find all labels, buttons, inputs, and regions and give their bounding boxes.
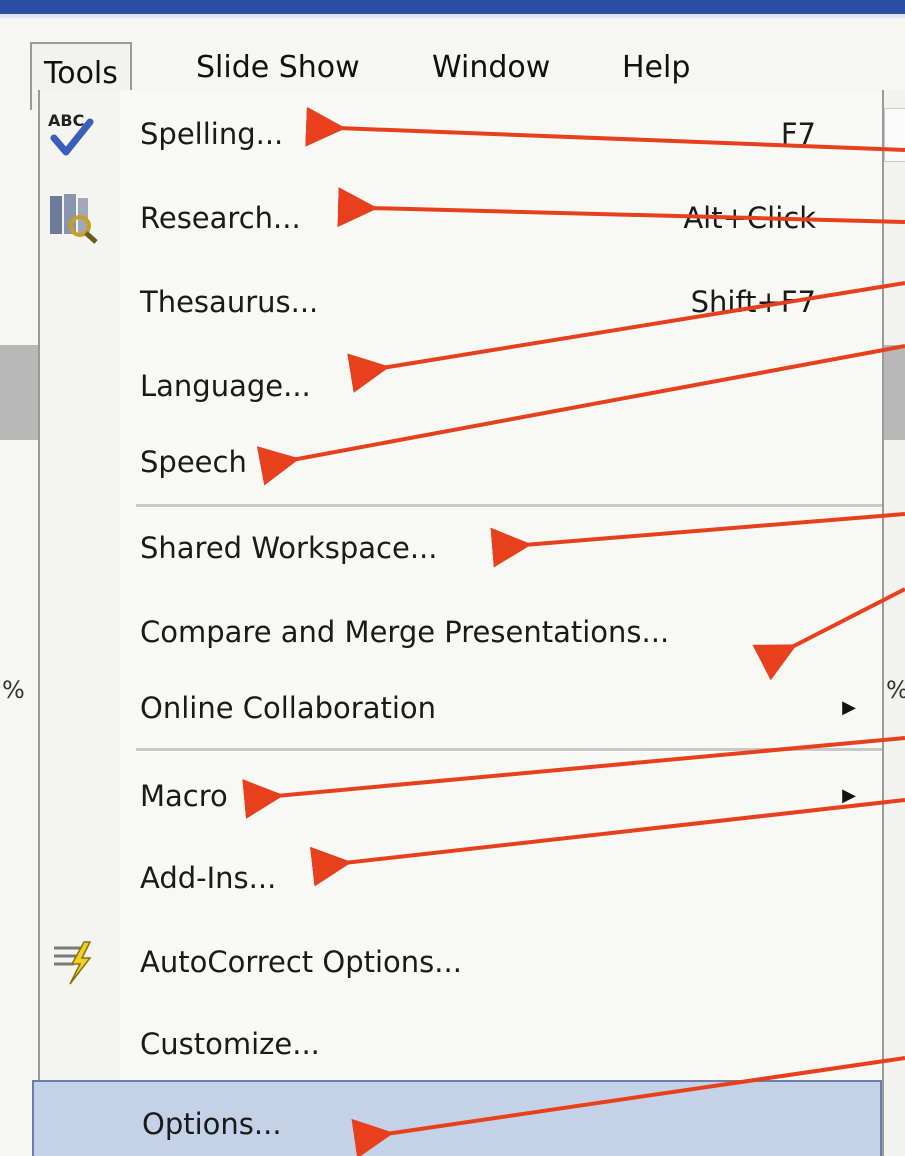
- menu-item-label: Macro: [140, 779, 228, 813]
- menu-item-language[interactable]: Language...: [40, 344, 882, 428]
- menu-slide-show-label: Slide Show: [196, 50, 360, 85]
- screenshot-stage: % % Tools Slide Show Window Help ABC Spe…: [0, 0, 905, 1156]
- menu-item-thesaurus[interactable]: Thesaurus... Shift+F7: [40, 260, 882, 344]
- menu-separator: [136, 748, 882, 752]
- menu-item-customize[interactable]: Customize...: [40, 1002, 882, 1086]
- menu-item-shortcut: F7: [780, 117, 816, 151]
- menu-item-label: Shared Workspace...: [140, 531, 438, 565]
- menu-slide-show[interactable]: Slide Show: [184, 38, 372, 98]
- menu-item-shared-workspace[interactable]: Shared Workspace...: [40, 506, 882, 590]
- menu-window-label: Window: [432, 50, 551, 85]
- menu-bar: Tools Slide Show Window Help: [0, 18, 905, 110]
- menu-item-research[interactable]: Research... Alt+Click: [40, 176, 882, 260]
- menu-item-label: Thesaurus...: [140, 285, 319, 319]
- menu-item-label: Speech: [140, 445, 247, 479]
- menu-item-label: Compare and Merge Presentations...: [140, 615, 670, 649]
- menu-window[interactable]: Window: [420, 38, 562, 98]
- menu-item-label: Online Collaboration: [140, 691, 437, 725]
- menu-item-label: AutoCorrect Options...: [140, 945, 462, 979]
- menu-item-macro[interactable]: Macro ▶: [40, 754, 882, 838]
- menu-item-shortcut: Shift+F7: [690, 285, 816, 319]
- menu-item-autocorrect[interactable]: AutoCorrect Options...: [40, 920, 882, 1004]
- menu-item-label: Research...: [140, 201, 301, 235]
- menu-help[interactable]: Help: [610, 38, 702, 98]
- research-icon: [44, 188, 104, 248]
- menu-item-label: Customize...: [140, 1027, 320, 1061]
- menu-help-label: Help: [622, 50, 691, 85]
- menu-tools-label: Tools: [44, 56, 118, 91]
- autocorrect-lightning-icon: [44, 932, 104, 992]
- background-window-right-panel: [884, 345, 905, 440]
- menu-item-label: Add-Ins...: [140, 861, 277, 895]
- submenu-arrow-icon: ▶: [842, 785, 856, 806]
- title-bar-edge: [0, 0, 905, 14]
- background-window-right-box: [884, 108, 905, 162]
- menu-item-shortcut: Alt+Click: [683, 201, 816, 235]
- background-window-right: [884, 90, 905, 1156]
- submenu-arrow-icon: ▶: [842, 697, 856, 718]
- background-window-left: [0, 90, 38, 1156]
- menu-item-add-ins[interactable]: Add-Ins...: [40, 836, 882, 920]
- menu-item-label: Language...: [140, 369, 311, 403]
- svg-text:ABC: ABC: [48, 111, 84, 130]
- menu-item-speech[interactable]: Speech: [40, 420, 882, 504]
- menu-item-online-collaboration[interactable]: Online Collaboration ▶: [40, 666, 882, 750]
- menu-item-options[interactable]: Options...: [32, 1080, 882, 1156]
- background-edge-glyph-right: %: [886, 676, 905, 704]
- menu-item-spelling[interactable]: ABC Spelling... F7: [40, 92, 882, 176]
- background-window-left-panel: [0, 345, 38, 440]
- spelling-check-icon: ABC: [44, 104, 104, 164]
- tools-dropdown-menu: ABC Spelling... F7 Research... Alt+Click: [32, 90, 884, 1156]
- menu-item-label: Spelling...: [140, 117, 284, 151]
- background-edge-glyph-left: %: [2, 676, 25, 704]
- menu-item-compare-merge[interactable]: Compare and Merge Presentations...: [40, 590, 882, 674]
- menu-item-label: Options...: [142, 1107, 282, 1141]
